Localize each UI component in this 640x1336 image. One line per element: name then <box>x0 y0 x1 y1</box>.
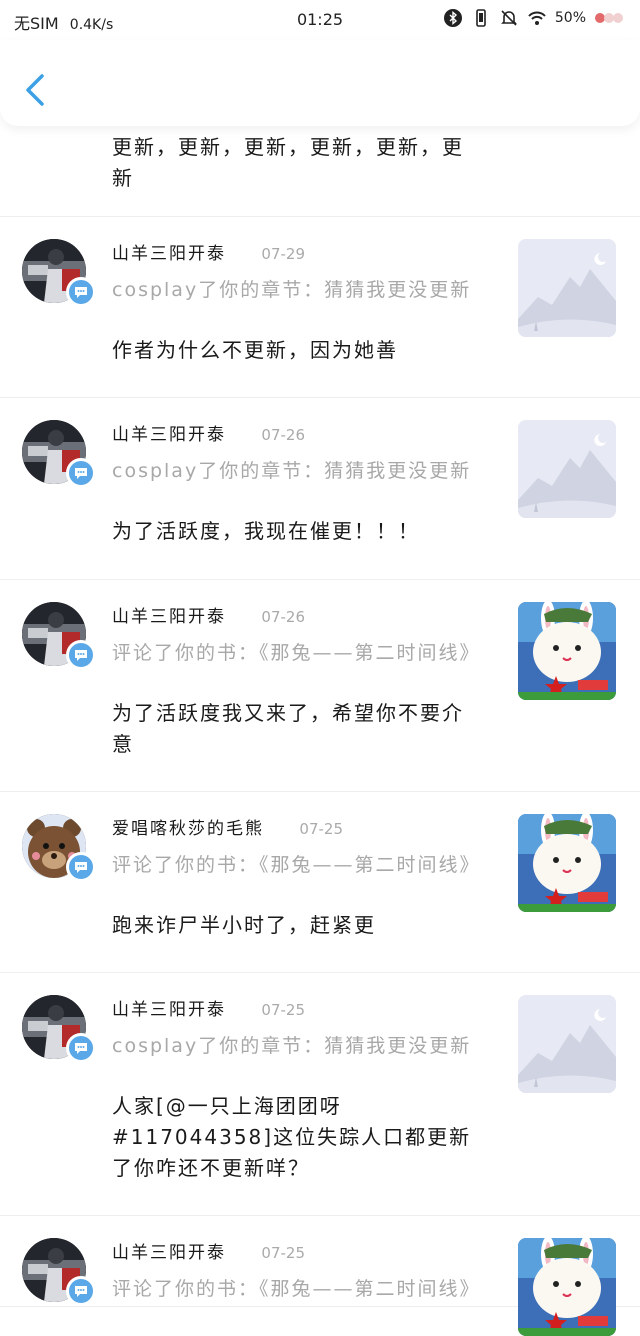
meta-line: 山羊三阳开泰 07-29 <box>112 239 305 264</box>
battery-percent: 50% <box>554 10 586 26</box>
vibrate-icon <box>476 9 486 27</box>
action-text: cosplay了你的章节：猜猜我更没更新 <box>112 1035 472 1057</box>
comment-text: 为了活跃度我又来了，希望你不要介意 <box>112 701 464 756</box>
comment-text: 跑来诈尸半小时了，赶紧更 <box>112 913 376 937</box>
thumbnail[interactable] <box>518 1238 616 1336</box>
meta-line: 山羊三阳开泰 07-26 <box>112 420 305 445</box>
comment-bubble-icon <box>66 852 96 882</box>
action-text: 评论了你的书：《那兔——第二时间线》 <box>112 642 481 664</box>
user-name[interactable]: 山羊三阳开泰 <box>112 244 226 264</box>
list-item[interactable]: 山羊三阳开泰 07-26 评论了你的书：《那兔——第二时间线》 为了活跃度我又来… <box>0 580 640 792</box>
list-item[interactable]: 山羊三阳开泰 07-29 cosplay了你的章节：猜猜我更没更新 作者为什么不… <box>0 217 640 398</box>
list-item[interactable]: 爱唱喀秋莎的毛熊 07-25 评论了你的书：《那兔——第二时间线》 跑来诈尸半小… <box>0 792 640 973</box>
chevron-left-icon[interactable] <box>18 70 54 110</box>
mute-icon <box>500 10 517 26</box>
user-name[interactable]: 山羊三阳开泰 <box>112 425 226 445</box>
list-item[interactable]: 山羊三阳开泰 07-25 cosplay了你的章节：猜猜我更没更新 人家[@一只… <box>0 973 640 1216</box>
thumbnail[interactable] <box>518 602 616 700</box>
action-text: 评论了你的书：《那兔——第二时间线》 <box>112 854 481 876</box>
battery-icon <box>595 13 623 23</box>
comment-text: 人家[@一只上海团团呀#117044358]这位失踪人口都更新了你咋还不更新咩？ <box>112 1094 472 1180</box>
comment-bubble-icon <box>66 640 96 670</box>
action-text: 评论了你的书：《那兔——第二时间线》 <box>112 1278 481 1300</box>
meta-line: 山羊三阳开泰 07-25 <box>112 1238 305 1263</box>
date-label: 07-29 <box>261 245 305 263</box>
meta-line: 爱唱喀秋莎的毛熊 07-25 <box>112 814 343 839</box>
comment-bubble-icon <box>66 458 96 488</box>
user-name[interactable]: 爱唱喀秋莎的毛熊 <box>112 819 264 839</box>
status-right: 50% <box>443 8 628 28</box>
user-name[interactable]: 山羊三阳开泰 <box>112 1243 226 1263</box>
thumbnail[interactable] <box>518 420 616 518</box>
wifi-icon <box>528 11 546 25</box>
thumbnail[interactable] <box>518 239 616 337</box>
thumbnail[interactable] <box>518 995 616 1093</box>
comment-bubble-icon <box>66 277 96 307</box>
status-bar: 无SIM 0.4K/s 01:25 50% <box>0 0 640 40</box>
notification-list: 更新，更新，更新，更新，更新，更新 山羊三阳开泰 07-29 cosplay了你… <box>0 126 640 1336</box>
comment-bubble-icon <box>66 1033 96 1063</box>
comment-text: 为了活跃度，我现在催更！！！ <box>112 519 420 543</box>
bluetooth-icon <box>443 9 462 27</box>
comment-text: 更新，更新，更新，更新，更新，更新 <box>112 135 464 190</box>
thumbnail[interactable] <box>518 814 616 912</box>
list-item[interactable]: 更新，更新，更新，更新，更新，更新 <box>0 126 640 217</box>
comment-text: 作者为什么不更新，因为她善 <box>112 338 398 362</box>
date-label: 07-26 <box>261 608 305 626</box>
comment-bubble-icon <box>66 1276 96 1306</box>
user-name[interactable]: 山羊三阳开泰 <box>112 607 226 627</box>
list-item[interactable]: 山羊三阳开泰 07-25 评论了你的书：《那兔——第二时间线》 <box>0 1216 640 1336</box>
meta-line: 山羊三阳开泰 07-26 <box>112 602 305 627</box>
date-label: 07-25 <box>299 820 343 838</box>
date-label: 07-25 <box>261 1244 305 1262</box>
date-label: 07-25 <box>261 1001 305 1019</box>
action-text: cosplay了你的章节：猜猜我更没更新 <box>112 279 472 301</box>
user-name[interactable]: 山羊三阳开泰 <box>112 1000 226 1020</box>
top-header <box>0 40 640 126</box>
meta-line: 山羊三阳开泰 07-25 <box>112 995 305 1020</box>
action-text: cosplay了你的章节：猜猜我更没更新 <box>112 460 472 482</box>
date-label: 07-26 <box>261 426 305 444</box>
list-item[interactable]: 山羊三阳开泰 07-26 cosplay了你的章节：猜猜我更没更新 为了活跃度，… <box>0 398 640 580</box>
